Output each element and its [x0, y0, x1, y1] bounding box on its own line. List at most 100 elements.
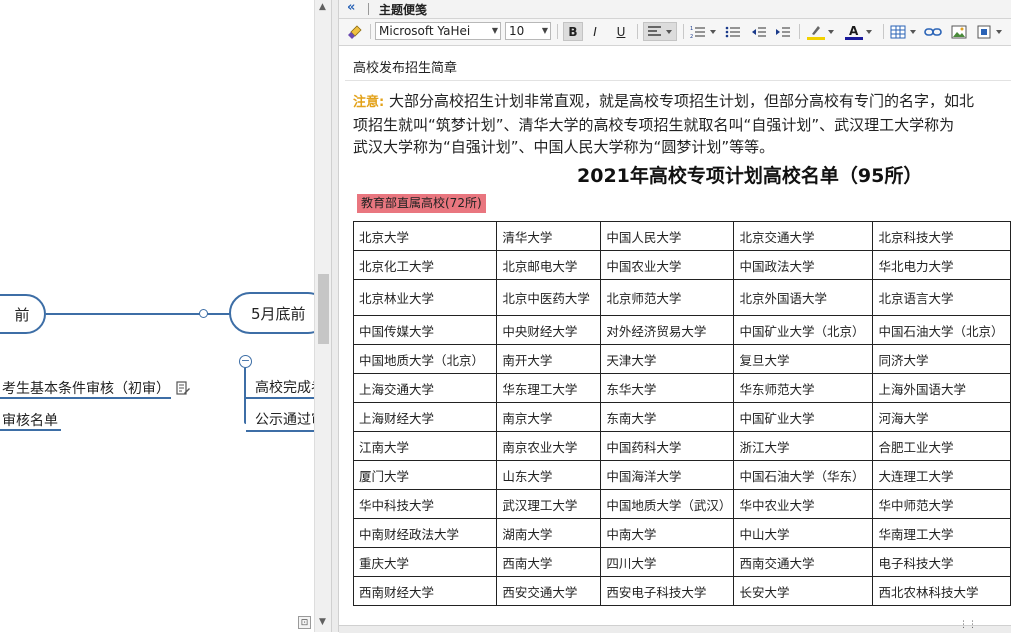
table-cell[interactable]: 长安大学 [733, 576, 874, 606]
italic-button[interactable]: I [585, 22, 605, 41]
table-cell[interactable]: 合肥工业大学 [872, 431, 1011, 461]
table-cell[interactable]: 北京师范大学 [600, 279, 735, 316]
table-cell[interactable]: 中国地质大学（武汉） [600, 489, 735, 519]
table-cell[interactable]: 江南大学 [352, 431, 498, 461]
underline-button[interactable]: U [611, 22, 631, 41]
canvas-vertical-scrollbar[interactable]: ▲ ▼ [314, 0, 332, 632]
subtopic-review-list[interactable]: 审核名单 [2, 410, 58, 430]
table-cell[interactable]: 北京化工大学 [352, 250, 498, 280]
table-cell[interactable]: 西安电子科技大学 [600, 576, 735, 606]
table-cell[interactable]: 中国传媒大学 [352, 315, 498, 345]
table-cell[interactable]: 上海外国语大学 [872, 373, 1011, 403]
table-cell[interactable]: 中央财经大学 [496, 315, 602, 345]
table-cell[interactable]: 东华大学 [600, 373, 735, 403]
table-cell[interactable]: 重庆大学 [352, 547, 498, 577]
table-cell[interactable]: 北京交通大学 [733, 221, 874, 251]
table-cell[interactable]: 北京中医药大学 [496, 279, 602, 316]
mindmap-canvas[interactable]: 前 5月底前 考生基本条件审核（初审） 审核名单 − 高校完成考 公示通过审 ⊡ [0, 0, 314, 632]
table-cell[interactable]: 中国海洋大学 [600, 460, 735, 490]
table-cell[interactable]: 华中科技大学 [352, 489, 498, 519]
resize-grip-icon[interactable]: ⋮⋮ [959, 620, 977, 630]
table-cell[interactable]: 电子科技大学 [872, 547, 1011, 577]
note-icon[interactable] [175, 380, 191, 400]
table-cell[interactable]: 南开大学 [496, 344, 602, 374]
table-cell[interactable]: 华南理工大学 [872, 518, 1011, 548]
table-cell[interactable]: 河海大学 [872, 402, 1011, 432]
table-cell[interactable]: 北京科技大学 [872, 221, 1011, 251]
highlight-color-button[interactable] [805, 22, 837, 41]
table-cell[interactable]: 上海财经大学 [352, 402, 498, 432]
table-cell[interactable]: 西南交通大学 [733, 547, 874, 577]
table-cell[interactable]: 上海交通大学 [352, 373, 498, 403]
panel-collapse-icon[interactable]: « [347, 0, 355, 15]
table-cell[interactable]: 中南大学 [600, 518, 735, 548]
subtopic-public-review[interactable]: 公示通过审 [255, 409, 314, 429]
table-cell[interactable]: 天津大学 [600, 344, 735, 374]
collapse-toggle[interactable]: − [239, 355, 252, 368]
table-cell[interactable]: 南京农业大学 [496, 431, 602, 461]
table-cell[interactable]: 中国地质大学（北京） [352, 344, 498, 374]
table-cell[interactable]: 北京林业大学 [352, 279, 498, 316]
table-cell[interactable]: 华东理工大学 [496, 373, 602, 403]
table-cell[interactable]: 西南财经大学 [352, 576, 498, 606]
table-cell[interactable]: 东南大学 [600, 402, 735, 432]
table-cell[interactable]: 中国矿业大学（北京） [733, 315, 874, 345]
table-cell[interactable]: 华北电力大学 [872, 250, 1011, 280]
table-cell[interactable]: 华中师范大学 [872, 489, 1011, 519]
bullet-list-button[interactable] [723, 22, 743, 41]
table-cell[interactable]: 中南财经政法大学 [352, 518, 498, 548]
table-cell[interactable]: 中山大学 [733, 518, 874, 548]
table-cell[interactable]: 华东师范大学 [733, 373, 874, 403]
mindmap-node-left[interactable]: 前 [0, 294, 46, 334]
table-cell[interactable]: 西安交通大学 [496, 576, 602, 606]
table-cell[interactable]: 湖南大学 [496, 518, 602, 548]
subtopic-basic-review[interactable]: 考生基本条件审核（初审） [2, 378, 170, 398]
subtopic-school-complete[interactable]: 高校完成考 [255, 377, 314, 397]
more-tools-button[interactable] [975, 22, 1007, 41]
numbered-list-button[interactable]: 12 [689, 22, 719, 41]
table-cell[interactable]: 复旦大学 [733, 344, 874, 374]
note-editor[interactable]: 高校发布招生简章 注意: 大部分高校招生计划非常直观，就是高校专项招生计划，但部… [339, 46, 1011, 632]
table-cell[interactable]: 北京大学 [352, 221, 498, 251]
table-cell[interactable]: 武汉理工大学 [496, 489, 602, 519]
table-cell[interactable]: 西北农林科技大学 [872, 576, 1011, 606]
font-name-select[interactable]: Microsoft YaHei ▼ [375, 22, 501, 40]
scroll-up-icon[interactable]: ▲ [319, 2, 326, 12]
table-cell[interactable]: 北京语言大学 [872, 279, 1011, 316]
connector-dot[interactable] [199, 309, 208, 318]
table-cell[interactable]: 华中农业大学 [733, 489, 874, 519]
table-cell[interactable]: 清华大学 [496, 221, 602, 251]
increase-indent-button[interactable] [773, 22, 793, 41]
insert-table-button[interactable] [889, 22, 919, 41]
mindmap-node-5yue[interactable]: 5月底前 [229, 292, 314, 334]
table-cell[interactable]: 山东大学 [496, 460, 602, 490]
table-cell[interactable]: 浙江大学 [733, 431, 874, 461]
table-cell[interactable]: 中国药科大学 [600, 431, 735, 461]
table-cell[interactable]: 大连理工大学 [872, 460, 1011, 490]
table-cell[interactable]: 中国石油大学（北京） [872, 315, 1011, 345]
font-size-select[interactable]: 10 ▼ [505, 22, 551, 40]
insert-image-button[interactable] [949, 22, 969, 41]
table-cell[interactable]: 北京邮电大学 [496, 250, 602, 280]
table-cell[interactable]: 中国人民大学 [600, 221, 735, 251]
decrease-indent-button[interactable] [749, 22, 769, 41]
clear-format-icon[interactable] [345, 22, 365, 41]
insert-link-button[interactable] [923, 22, 943, 41]
canvas-resize-grip[interactable]: ⊡ [298, 616, 311, 629]
table-cell[interactable]: 西南大学 [496, 547, 602, 577]
table-cell[interactable]: 中国农业大学 [600, 250, 735, 280]
scroll-thumb[interactable] [318, 274, 329, 344]
table-cell[interactable]: 中国政法大学 [733, 250, 874, 280]
table-cell[interactable]: 四川大学 [600, 547, 735, 577]
bold-button[interactable]: B [563, 22, 583, 41]
table-cell[interactable]: 中国石油大学（华东） [733, 460, 874, 490]
align-left-button[interactable] [643, 22, 677, 41]
scroll-down-icon[interactable]: ▼ [319, 617, 326, 627]
table-cell[interactable]: 南京大学 [496, 402, 602, 432]
table-cell[interactable]: 对外经济贸易大学 [600, 315, 735, 345]
panel-splitter[interactable] [331, 0, 339, 632]
font-color-button[interactable]: A [843, 22, 875, 41]
table-cell[interactable]: 同济大学 [872, 344, 1011, 374]
table-cell[interactable]: 北京外国语大学 [733, 279, 874, 316]
table-cell[interactable]: 厦门大学 [352, 460, 498, 490]
